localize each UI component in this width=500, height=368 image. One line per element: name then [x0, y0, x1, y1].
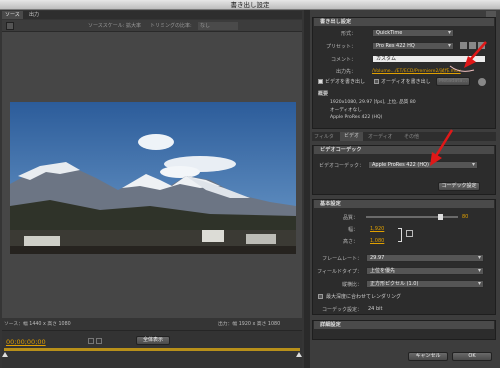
- tab-audio[interactable]: オーディオ: [368, 133, 393, 140]
- metadata-button[interactable]: Metadata...: [436, 77, 470, 86]
- video-codec-label: ビデオコーデック：: [318, 163, 364, 169]
- summary-line: Apple ProRes 422 (HQ): [330, 115, 383, 120]
- preset-label: プリセット：: [325, 44, 356, 50]
- aspect-link-bracket: [398, 228, 402, 242]
- field-type-dropdown[interactable]: 上位を優先: [366, 267, 484, 275]
- crop-ratio-dropdown[interactable]: なし: [198, 22, 238, 30]
- aspect-label: 縦横比：: [341, 282, 362, 288]
- source-scale-dropdown[interactable]: 拡大率: [126, 22, 141, 30]
- cancel-button[interactable]: キャンセル: [408, 352, 448, 361]
- tab-other[interactable]: その他: [404, 133, 419, 140]
- output-label: 出力先：: [335, 69, 356, 75]
- codec-settings-button[interactable]: コーデック設定: [438, 182, 480, 191]
- ok-button[interactable]: OK: [452, 352, 492, 361]
- playhead-icon[interactable]: [2, 352, 8, 357]
- max-depth-label: 最大深度に合わせてレンダリング: [326, 294, 402, 300]
- in-point-icon[interactable]: [88, 338, 94, 344]
- summary-line: オーディオなし: [330, 108, 362, 113]
- tab-output[interactable]: 出力: [26, 11, 42, 19]
- video-codec-header[interactable]: ビデオコーデック: [314, 146, 494, 154]
- depth-value: 24 bit: [368, 306, 383, 312]
- output-size-label: 出力：幅 1920 x 高さ 1080: [218, 322, 281, 327]
- tab-filters[interactable]: フィルタ: [314, 133, 334, 140]
- depth-label: コーデック設定：: [321, 307, 362, 313]
- width-label: 幅：: [347, 227, 358, 233]
- export-audio-label: オーディオを書き出し: [381, 79, 431, 85]
- summary-line: 1920x1080, 29.97 [fps], 上位, 品質 80: [330, 100, 416, 105]
- framerate-label: フレームレート：: [322, 256, 362, 262]
- aspect-dropdown[interactable]: 正方形ピクセル (1.0): [366, 280, 484, 288]
- annotation-arrow: [430, 129, 454, 166]
- basic-settings-header[interactable]: 基本設定: [314, 200, 494, 208]
- preview-image: [10, 102, 296, 254]
- gear-icon[interactable]: [478, 78, 486, 86]
- quality-label: 品質：: [342, 215, 358, 221]
- out-marker-icon[interactable]: [296, 352, 302, 357]
- tab-video[interactable]: ビデオ: [340, 132, 364, 141]
- quality-value[interactable]: 80: [462, 214, 468, 220]
- advanced-settings-header[interactable]: 詳細設定: [314, 321, 494, 329]
- crop-tool-icon[interactable]: [6, 22, 14, 30]
- out-point-icon[interactable]: [96, 338, 102, 344]
- window-title: 書き出し設定: [0, 0, 500, 10]
- quality-slider-thumb[interactable]: [437, 214, 443, 220]
- height-label: 高さ：: [342, 239, 358, 245]
- source-size-label: ソース：幅 1440 x 高さ 1080: [4, 322, 71, 327]
- timecode[interactable]: 00;00;00;00: [6, 338, 46, 346]
- chain-link-icon[interactable]: [406, 230, 413, 237]
- preview-status: ソース：幅 1440 x 高さ 1080 出力：幅 1920 x 高さ 1080: [4, 320, 300, 328]
- source-scale-label: ソーススケール:: [88, 23, 125, 29]
- source-output-tabs: ソース 出力: [2, 11, 302, 19]
- export-settings-header[interactable]: 書き出し設定: [314, 18, 494, 26]
- format-dropdown[interactable]: QuickTime: [372, 29, 454, 37]
- framerate-dropdown[interactable]: 29.97: [366, 254, 484, 262]
- export-video-label: ビデオを書き出し: [325, 79, 366, 85]
- width-value[interactable]: 1,920: [370, 226, 384, 232]
- format-label: 形式：: [340, 31, 356, 37]
- export-audio-checkbox[interactable]: [374, 79, 379, 84]
- preview-toolbar: ソーススケール: 拡大率 トリミングの比率: なし: [2, 20, 302, 32]
- export-video-checkbox[interactable]: [318, 79, 323, 84]
- tab-source[interactable]: ソース: [2, 11, 23, 19]
- quality-slider[interactable]: [366, 216, 458, 218]
- summary-title[interactable]: 概要: [318, 90, 328, 97]
- crop-ratio-label: トリミングの比率:: [150, 23, 192, 29]
- field-type-label: フィールドタイプ：: [317, 269, 362, 275]
- annotation-arrow: [449, 41, 487, 72]
- max-depth-checkbox[interactable]: [318, 294, 323, 299]
- comment-label: コメント：: [330, 57, 356, 63]
- work-area-bar[interactable]: [4, 348, 300, 351]
- range-dropdown[interactable]: 全体表示: [136, 336, 170, 345]
- height-value[interactable]: 1,080: [370, 238, 384, 244]
